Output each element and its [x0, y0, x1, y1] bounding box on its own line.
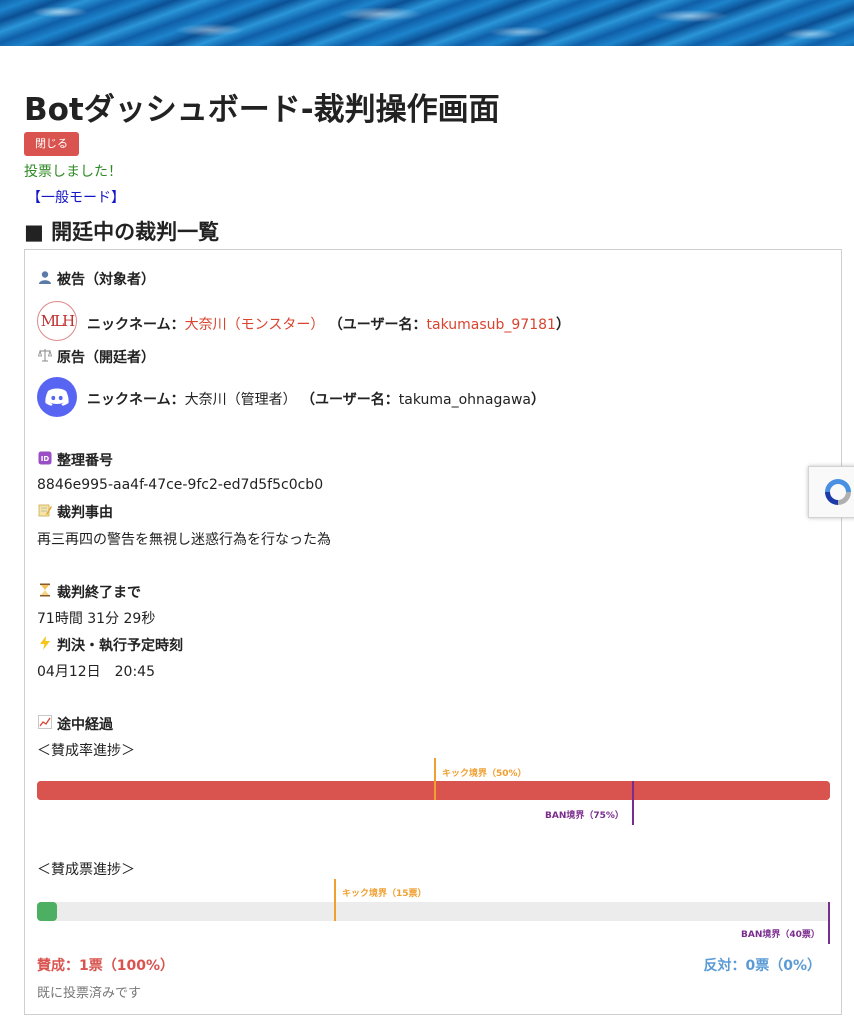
defendant-username-label: （ユーザー名：: [328, 317, 427, 333]
recaptcha-badge[interactable]: [808, 466, 854, 518]
discord-avatar-icon: [37, 377, 77, 417]
defendant-avatar: MLH: [37, 301, 77, 341]
plaintiff-nickname-label: ニックネーム：: [87, 392, 185, 408]
defendant-nickname: 大奈川（モンスター）: [184, 317, 325, 333]
trial-card: 被告（対象者） MLH ニックネーム：大奈川（モンスター） （ユーザー名：tak…: [24, 249, 842, 1015]
rate-ban-threshold-marker: [632, 781, 634, 825]
plaintiff-nickname: 大奈川（管理者）: [184, 392, 297, 408]
rate-kick-threshold-marker: [434, 758, 436, 800]
remaining-value: 71時間 31分 29秒: [37, 611, 156, 627]
oppose-count: 反対：0票（0%）: [703, 958, 821, 974]
defendant-info: ニックネーム：大奈川（モンスター） （ユーザー名：takumasub_97181…: [87, 317, 570, 333]
mode-link[interactable]: 【一般モード】: [27, 187, 125, 207]
plaintiff-info: ニックネーム：大奈川（管理者） （ユーザー名：takuma_ohnagawa）: [87, 392, 546, 408]
memo-icon: [37, 503, 53, 520]
plaintiff-heading: 原告（開廷者）: [37, 347, 155, 367]
votes-kick-threshold-marker: [334, 879, 336, 921]
rate-ban-threshold-label: BAN境界（75%）: [543, 808, 626, 821]
vote-status-message: 投票しました！: [24, 164, 122, 180]
approve-count: 賛成：1票（100%）: [37, 958, 174, 974]
reason-value: 再三再四の警告を無視し迷惑行為を行なった為: [37, 532, 331, 548]
already-voted-note: 既に投票済みです: [37, 986, 142, 1001]
votes-ban-threshold-marker: [828, 902, 830, 944]
plaintiff-username: takuma_ohnagawa: [398, 392, 532, 408]
defendant-heading: 被告（対象者）: [37, 269, 155, 289]
approval-votes-fill: [37, 902, 57, 921]
person-icon: [37, 270, 53, 287]
page-title: Botダッシュボード-裁判操作画面: [24, 92, 500, 128]
defendant-nickname-label: ニックネーム：: [87, 317, 185, 333]
scales-icon: [37, 348, 53, 365]
approval-votes-bar: [37, 902, 830, 921]
rate-kick-threshold-label: キック境界（50%）: [440, 766, 529, 779]
reason-heading: 裁判事由: [37, 502, 113, 522]
lightning-icon: [37, 636, 53, 653]
id-heading: ID 整理番号: [37, 450, 113, 470]
defendant-username: takumasub_97181: [426, 317, 556, 333]
svg-text:ID: ID: [41, 455, 50, 463]
approval-rate-title: ＜賛成率進捗＞: [37, 743, 135, 759]
section-title: ■ 開廷中の裁判一覧: [24, 220, 220, 244]
header-banner-image: [0, 0, 854, 46]
id-icon: ID: [37, 451, 53, 468]
verdict-heading: 判決・執行予定時刻: [37, 635, 183, 655]
chart-icon: [37, 715, 53, 732]
remaining-heading: 裁判終了まで: [37, 582, 141, 602]
close-button[interactable]: 閉じる: [24, 132, 79, 156]
recaptcha-icon: [825, 479, 851, 505]
id-value: 8846e995-aa4f-47ce-9fc2-ed7d5f5c0cb0: [37, 477, 324, 493]
progress-heading: 途中経過: [37, 714, 113, 734]
approval-votes-title: ＜賛成票進捗＞: [37, 862, 135, 878]
hourglass-icon: [37, 583, 53, 600]
votes-ban-threshold-label: BAN境界（40票）: [739, 927, 822, 940]
votes-kick-threshold-label: キック境界（15票）: [340, 886, 429, 899]
verdict-value: 04月12日 20:45: [37, 664, 155, 680]
plaintiff-username-label: （ユーザー名：: [301, 392, 399, 408]
